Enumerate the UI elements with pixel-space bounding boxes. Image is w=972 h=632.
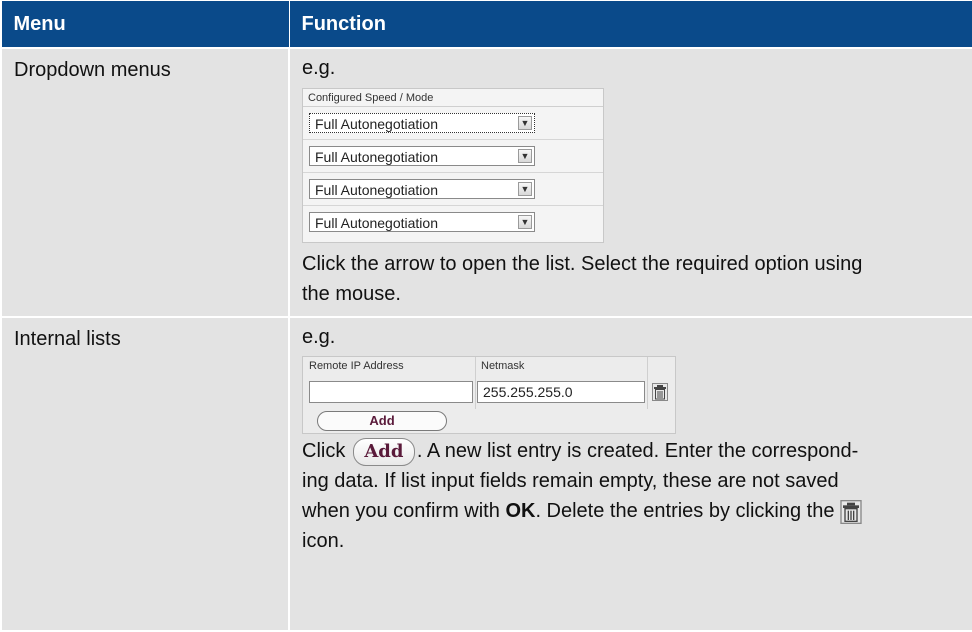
desc-line: Click the arrow to open the list. Select… <box>302 253 863 275</box>
table-row-internal-lists: Internal lists e.g. Remote IP Address Ne… <box>0 316 972 632</box>
ok-keyword: OK <box>505 500 536 522</box>
select-value: Full Autonegotiation <box>315 116 438 132</box>
list-item: Full Autonegotiation ▼ <box>303 107 603 140</box>
sample-header: Configured Speed / Mode <box>303 90 603 107</box>
function-cell: e.g. Configured Speed / Mode Full Autone… <box>288 47 972 318</box>
text: . Delete the entries by clicking the <box>535 500 835 522</box>
internal-list-sample: Remote IP Address Netmask 255.255.255.0 <box>302 356 676 434</box>
chevron-down-icon[interactable]: ▼ <box>518 215 532 229</box>
list-item: Full Autonegotiation ▼ <box>303 206 603 238</box>
menu-label: Dropdown menus <box>14 59 171 81</box>
desc-paragraph: Click Add. A new list entry is created. … <box>302 436 962 466</box>
remote-ip-input[interactable] <box>309 381 473 403</box>
select-value: Full Autonegotiation <box>315 149 438 165</box>
header-menu: Menu <box>0 0 290 49</box>
eg-label: e.g. <box>302 57 336 79</box>
trash-icon <box>840 499 862 524</box>
select-value: Full Autonegotiation <box>315 215 438 231</box>
eg-label: e.g. <box>302 326 336 348</box>
select-value: Full Autonegotiation <box>315 182 438 198</box>
trash-icon[interactable] <box>652 383 668 401</box>
text: when you confirm with <box>302 500 500 522</box>
table-row-dropdown: Dropdown menus e.g. Configured Speed / M… <box>0 47 972 318</box>
menu-label: Internal lists <box>14 328 121 350</box>
column-header-remote-ip: Remote IP Address <box>309 360 404 372</box>
list-item: Full Autonegotiation ▼ <box>303 140 603 173</box>
text: Click <box>302 440 346 462</box>
speed-mode-select[interactable]: Full Autonegotiation ▼ <box>309 179 535 199</box>
text: . A new list entry is created. Enter the… <box>416 440 859 462</box>
header-function: Function <box>288 0 972 49</box>
chevron-down-icon[interactable]: ▼ <box>518 149 532 163</box>
dropdown-sample: Configured Speed / Mode Full Autonegotia… <box>302 88 604 243</box>
header-row: Menu Function <box>0 0 972 49</box>
speed-mode-select[interactable]: Full Autonegotiation ▼ <box>309 113 535 133</box>
desc-line: icon. <box>302 530 345 552</box>
desc-line: ing data. If list input fields remain em… <box>302 470 839 492</box>
add-button[interactable]: Add <box>317 411 447 431</box>
function-cell: e.g. Remote IP Address Netmask 255.255.2… <box>288 316 972 632</box>
column-header-netmask: Netmask <box>481 360 525 372</box>
menu-cell: Internal lists <box>0 316 290 632</box>
list-item: Full Autonegotiation ▼ <box>303 173 603 206</box>
page: Menu Function Dropdown menus e.g. Config… <box>0 0 972 632</box>
menu-cell: Dropdown menus <box>0 47 290 318</box>
speed-mode-select[interactable]: Full Autonegotiation ▼ <box>309 146 535 166</box>
function-table: Menu Function Dropdown menus e.g. Config… <box>0 0 972 632</box>
chevron-down-icon[interactable]: ▼ <box>518 116 532 130</box>
netmask-input[interactable]: 255.255.255.0 <box>477 381 645 403</box>
desc-line: when you confirm with OK. Delete the ent… <box>302 496 962 526</box>
divider <box>647 357 648 409</box>
desc-line: the mouse. <box>302 283 401 305</box>
add-button-illustration: Add <box>352 437 415 466</box>
speed-mode-select[interactable]: Full Autonegotiation ▼ <box>309 212 535 232</box>
chevron-down-icon[interactable]: ▼ <box>518 182 532 196</box>
divider <box>475 357 476 409</box>
